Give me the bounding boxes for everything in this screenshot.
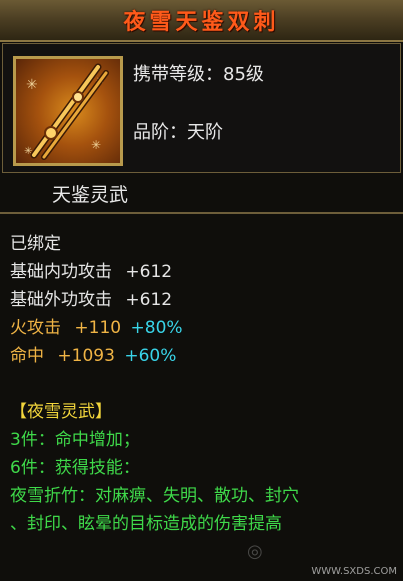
set-skill-line-2: 、封印、眩晕的目标造成的伤害提高 — [10, 514, 282, 534]
bound-status: 已绑定 — [10, 234, 61, 254]
stat-label: 火攻击 — [10, 318, 61, 338]
stat-outer-attack: 基础外功攻击 +612 — [10, 286, 400, 314]
stat-inner-attack: 基础内功攻击 +612 — [10, 258, 400, 286]
title-bar: 夜雪天鉴双刺 — [0, 0, 403, 42]
stat-label: 基础内功攻击 — [10, 262, 112, 282]
stat-fire-attack: 火攻击 +110 +80% — [10, 314, 400, 342]
twin-daggers-icon: ✳ ✳ ✳ ✳ — [13, 56, 123, 166]
stat-label: 命中 — [10, 346, 44, 366]
item-tooltip: 夜雪天鉴双刺 ✳ ✳ ✳ ✳ 携带等级：85级 品阶：天阶 天鉴灵武 — [0, 0, 403, 581]
item-grade: 品阶：天阶 — [133, 122, 223, 143]
item-category: 天鉴灵武 — [52, 183, 129, 206]
stat-hit: 命中 +1093 +60% — [10, 342, 400, 370]
stat-value: +1093 — [57, 346, 115, 366]
set-six-piece: 6件：获得技能： — [10, 458, 140, 478]
stat-value: +612 — [125, 290, 173, 310]
watermark-text: WWW.SXDS.COM — [311, 566, 397, 577]
stat-value: +612 — [125, 262, 173, 282]
item-header-panel: ✳ ✳ ✳ ✳ 携带等级：85级 品阶：天阶 — [2, 43, 401, 173]
set-skill-line-1: 夜雪折竹：对麻痹、失明、散功、封穴 — [10, 486, 299, 506]
watermark: ◎ WWW.SXDS.COM — [247, 541, 397, 577]
section-divider — [0, 212, 403, 214]
stat-bonus: +60% — [124, 346, 177, 366]
svg-text:✳: ✳ — [26, 77, 38, 93]
set-three-piece: 3件：命中增加； — [10, 430, 140, 450]
stat-bonus: +80% — [130, 318, 183, 338]
svg-text:✳: ✳ — [91, 138, 101, 152]
stat-value: +110 — [74, 318, 122, 338]
set-name: 【夜雪灵武】 — [10, 402, 112, 422]
item-title: 夜雪天鉴双刺 — [123, 10, 280, 35]
stats-section: 已绑定 基础内功攻击 +612 基础外功攻击 +612 火攻击 +110 +80… — [10, 230, 400, 538]
carry-level: 携带等级：85级 — [133, 64, 264, 85]
dagger-art: ✳ ✳ ✳ ✳ — [24, 63, 109, 160]
watermark-logo-icon: ◎ — [247, 541, 263, 562]
item-category-row: 天鉴灵武 — [0, 176, 403, 210]
stat-label: 基础外功攻击 — [10, 290, 112, 310]
